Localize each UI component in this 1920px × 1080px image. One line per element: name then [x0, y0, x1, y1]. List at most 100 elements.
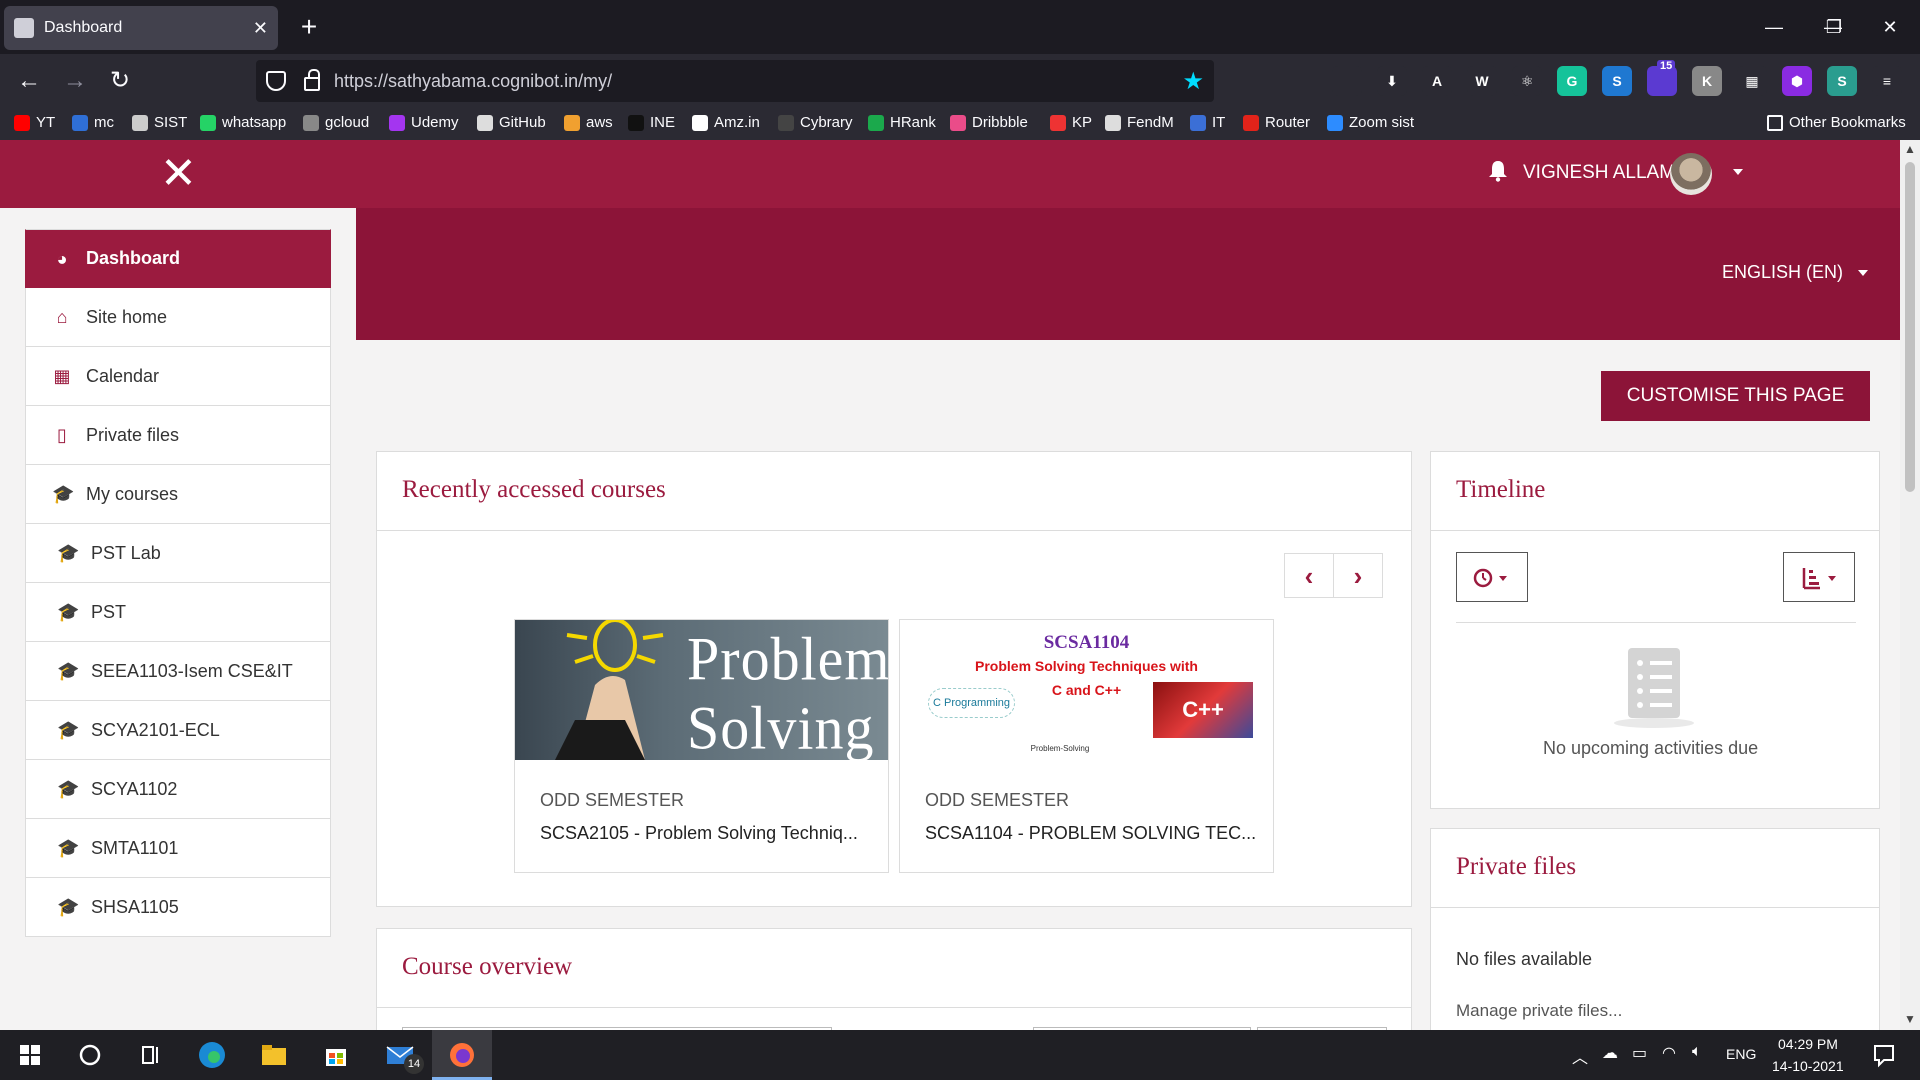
bookmark-ine[interactable]: INE	[628, 114, 675, 131]
bookmark-udemy[interactable]: Udemy	[389, 114, 459, 131]
sidebar-item-site-home[interactable]: ⌂ Site home	[25, 288, 331, 347]
bookmark-amz-in[interactable]: Amz.in	[692, 114, 760, 131]
sidebar-item-shsa1105[interactable]: 🎓 SHSA1105	[25, 878, 331, 937]
hackerrank-icon	[868, 114, 884, 131]
bookmark-kp[interactable]: KP	[1050, 114, 1092, 131]
timeline-filter-button[interactable]	[1456, 552, 1528, 602]
edge-browser-icon[interactable]	[196, 1039, 228, 1071]
prev-page-button[interactable]: ‹	[1284, 553, 1334, 598]
firefox-taskbar-button[interactable]	[432, 1030, 492, 1080]
sidebar-item-my-courses[interactable]: 🎓 My courses	[25, 465, 331, 524]
sidebar-item-pst-lab[interactable]: 🎓 PST Lab	[25, 524, 331, 583]
menu-icon[interactable]: ≡	[1872, 66, 1902, 96]
close-drawer-icon[interactable]: ✕	[160, 152, 197, 196]
scroll-down-icon[interactable]: ▼	[1903, 1012, 1917, 1026]
timeline-sort-button[interactable]	[1783, 552, 1855, 602]
battery-icon[interactable]: ▭	[1632, 1043, 1647, 1063]
bookmark-aws[interactable]: aws	[564, 114, 613, 131]
sidebar-item-dashboard[interactable]: ◕ Dashboard	[25, 229, 331, 288]
forward-arrow-icon[interactable]: →	[58, 64, 92, 98]
input-language[interactable]: ENG	[1726, 1046, 1756, 1062]
s-extension-icon[interactable]: S	[1602, 66, 1632, 96]
wifi-icon[interactable]: ◠	[1662, 1043, 1676, 1063]
close-window-button[interactable]: ✕	[1860, 0, 1920, 54]
k-extension-icon[interactable]: K	[1692, 66, 1722, 96]
bookmark-cybrary[interactable]: Cybrary	[778, 114, 853, 131]
course-card[interactable]: SCSA1104 Problem Solving Techniques with…	[899, 619, 1274, 873]
bookmark-hrank[interactable]: HRank	[868, 114, 936, 131]
course-image[interactable]: Problem Solving	[515, 620, 888, 760]
sidebar-item-seea1103-isem-cse-it[interactable]: 🎓 SEEA1103-Isem CSE&IT	[25, 642, 331, 701]
user-name[interactable]: VIGNESH ALLAM	[1523, 162, 1675, 184]
grammarly-icon[interactable]: G	[1557, 66, 1587, 96]
bookmark-dribbble[interactable]: Dribbble	[950, 114, 1028, 131]
w-extension-icon[interactable]: W	[1467, 66, 1497, 96]
bookmark-mc[interactable]: mc	[72, 114, 114, 131]
minimize-button-2[interactable]: —	[1744, 0, 1804, 54]
scroll-up-icon[interactable]: ▲	[1903, 142, 1917, 156]
show-hidden-icons[interactable]: ︿	[1572, 1044, 1588, 1068]
notification-bell-icon[interactable]	[1488, 160, 1508, 182]
sidebar-item-scya1102[interactable]: 🎓 SCYA1102	[25, 760, 331, 819]
course-card[interactable]: Problem Solving ODD SEMESTER SCSA2105 - …	[514, 619, 889, 873]
a-extension-icon[interactable]: A	[1422, 66, 1452, 96]
manage-private-files-link[interactable]: Manage private files...	[1456, 1001, 1622, 1021]
grid-extension-icon[interactable]: ▦	[1737, 66, 1767, 96]
url-text[interactable]: https://sathyabama.cognibot.in/my/	[334, 71, 1182, 92]
pocket-icon[interactable]	[1332, 66, 1362, 96]
volume-icon[interactable]: 🔈︎	[1692, 1043, 1702, 1061]
bookmark-sist[interactable]: SIST	[132, 114, 187, 131]
store-icon[interactable]	[320, 1039, 352, 1071]
tab-close-icon[interactable]: ✕	[253, 18, 268, 39]
bookmark-it[interactable]: IT	[1190, 114, 1225, 131]
reload-icon[interactable]: ↻	[103, 64, 137, 98]
clock-time[interactable]: 04:29 PM	[1778, 1036, 1838, 1052]
moodle-favicon-icon	[14, 18, 34, 38]
other-bookmarks[interactable]: Other Bookmarks	[1767, 114, 1906, 131]
onedrive-icon[interactable]: ☁	[1602, 1043, 1618, 1063]
bookmark-whatsapp[interactable]: whatsapp	[200, 114, 286, 131]
react-devtools-icon[interactable]: ⚛	[1512, 66, 1542, 96]
scroll-thumb[interactable]	[1905, 162, 1915, 492]
sidebar-item-label: Dashboard	[86, 248, 181, 268]
bookmark-github[interactable]: GitHub	[477, 114, 546, 131]
language-selector[interactable]: ENGLISH (EN)	[1722, 262, 1869, 283]
page-scrollbar[interactable]: ▲ ▼	[1900, 140, 1920, 1030]
sidebar-item-calendar[interactable]: ▦ Calendar	[25, 347, 331, 406]
course-image[interactable]: SCSA1104 Problem Solving Techniques with…	[900, 620, 1273, 760]
sidebar-item-smta1101[interactable]: 🎓 SMTA1101	[25, 819, 331, 878]
notifications-icon[interactable]	[1868, 1039, 1900, 1071]
tab-dashboard[interactable]: Dashboard ✕	[4, 6, 278, 50]
lock-icon[interactable]	[304, 69, 320, 91]
course-name[interactable]: SCSA1104 - PROBLEM SOLVING TEC...	[925, 823, 1256, 844]
sidebar-item-scya2101-ecl[interactable]: 🎓 SCYA2101-ECL	[25, 701, 331, 760]
bookmark-zoom-sist[interactable]: Zoom sist	[1327, 114, 1414, 131]
graduation-cap-icon: 🎓	[57, 543, 80, 563]
tracking-shield-icon[interactable]	[266, 71, 286, 91]
clock-date[interactable]: 14-10-2021	[1772, 1058, 1844, 1074]
user-menu-caret-icon[interactable]	[1733, 169, 1743, 175]
search-icon[interactable]	[74, 1039, 106, 1071]
task-view-icon[interactable]	[134, 1039, 166, 1071]
download-icon[interactable]: ⬇	[1377, 66, 1407, 96]
s2-extension-icon[interactable]: S	[1827, 66, 1857, 96]
bookmark-router[interactable]: Router	[1243, 114, 1310, 131]
windows-start-icon[interactable]	[14, 1039, 46, 1071]
course-name[interactable]: SCSA2105 - Problem Solving Techniq...	[540, 823, 858, 844]
new-tab-button[interactable]: +	[292, 10, 326, 44]
back-arrow-icon[interactable]: ←	[12, 64, 46, 98]
file-explorer-icon[interactable]	[258, 1039, 290, 1071]
restore-button[interactable]: ❐	[1804, 0, 1864, 54]
address-bar[interactable]: https://sathyabama.cognibot.in/my/ ★	[256, 60, 1214, 102]
sidebar-item-pst[interactable]: 🎓 PST	[25, 583, 331, 642]
sidebar-item-private-files[interactable]: ▯ Private files	[25, 406, 331, 465]
bookmark-star-icon[interactable]: ★	[1182, 67, 1204, 96]
bookmark-gcloud[interactable]: gcloud	[303, 114, 369, 131]
divider	[377, 530, 1411, 531]
bookmark-fendm[interactable]: FendM	[1105, 114, 1174, 131]
next-page-button[interactable]: ›	[1333, 553, 1383, 598]
bookmark-yt[interactable]: YT	[14, 114, 55, 131]
hexagon-extension-icon[interactable]: ⬢	[1782, 66, 1812, 96]
customise-page-button[interactable]: CUSTOMISE THIS PAGE	[1601, 371, 1870, 421]
avatar[interactable]	[1670, 153, 1712, 195]
